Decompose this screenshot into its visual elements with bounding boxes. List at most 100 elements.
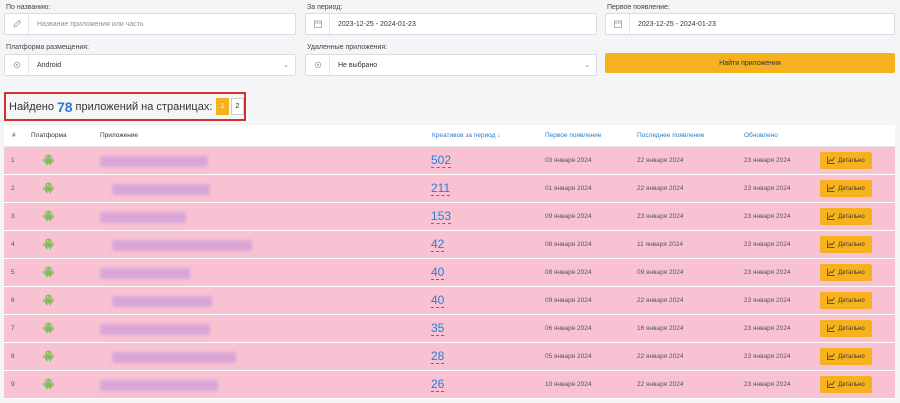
name-search-input[interactable]: Название приложения или часть (4, 13, 296, 35)
android-icon (43, 293, 54, 308)
row-index: 2 (11, 185, 15, 192)
creatives-count-link[interactable]: 28 (431, 349, 445, 364)
detail-button-label: Детально (838, 185, 865, 192)
first-seen-date-range[interactable]: 2023-12-25 - 2024-01-23 (605, 13, 895, 35)
updated-date: 23 января 2024 (744, 185, 791, 192)
detail-button[interactable]: Детально (820, 348, 872, 365)
col-updated[interactable]: Обновлено (744, 132, 778, 139)
chart-icon (827, 352, 836, 362)
app-name-blurred[interactable] (112, 296, 212, 307)
chart-icon (827, 184, 836, 194)
name-filter-label: По названию: (6, 4, 51, 11)
table-row: 3 153 09 января 2024 23 января 2024 23 январ… (4, 203, 895, 231)
col-first-seen[interactable]: Первое появление (545, 132, 602, 139)
updated-date: 23 января 2024 (744, 157, 791, 164)
row-index: 5 (11, 269, 15, 276)
row-index: 1 (11, 157, 15, 164)
chevron-down-icon: ⌄ (584, 62, 590, 69)
row-index: 9 (11, 381, 15, 388)
removed-apps-select[interactable]: Не выбрано ⌄ (305, 54, 597, 76)
detail-button-label: Детально (838, 241, 865, 248)
detail-button[interactable]: Детально (820, 292, 872, 309)
creatives-count-link[interactable]: 35 (431, 321, 445, 336)
detail-button[interactable]: Детально (820, 320, 872, 337)
removed-apps-value: Не выбрано (338, 61, 378, 69)
gear-icon (5, 55, 29, 75)
app-name-blurred[interactable] (100, 380, 218, 391)
detail-button-label: Детально (838, 325, 865, 332)
first-seen-date: 08 января 2024 (545, 269, 592, 276)
period-date-range[interactable]: 2023-12-25 - 2024-01-23 (305, 13, 597, 35)
col-platform: Платформа (31, 132, 67, 139)
first-seen-date: 08 января 2024 (545, 241, 592, 248)
creatives-count-link[interactable]: 40 (431, 265, 445, 280)
results-summary: Найдено 78 приложений на страницах: 1 2 (4, 92, 246, 121)
col-last-seen[interactable]: Последнее появление (637, 132, 704, 139)
first-seen-date: 09 января 2024 (545, 213, 592, 220)
chart-icon (827, 212, 836, 222)
calendar-icon (606, 14, 630, 34)
detail-button-label: Детально (838, 353, 865, 360)
results-count: 78 (56, 98, 73, 115)
platform-filter-label: Платформа размещения: (6, 44, 89, 51)
detail-button-label: Детально (838, 381, 865, 388)
first-seen-date: 05 января 2024 (545, 353, 592, 360)
chart-icon (827, 324, 836, 334)
first-seen-filter-label: Первое появление: (607, 4, 670, 11)
first-seen-date: 09 января 2024 (545, 297, 592, 304)
updated-date: 23 января 2024 (744, 297, 791, 304)
find-apps-button[interactable]: Найти приложения (605, 53, 895, 73)
app-name-blurred[interactable] (100, 324, 210, 335)
table-row: 5 40 08 января 2024 09 января 2024 23 января… (4, 259, 895, 287)
creatives-count-link[interactable]: 26 (431, 377, 445, 392)
android-icon (43, 181, 54, 196)
app-name-blurred[interactable] (112, 240, 252, 251)
creatives-count-link[interactable]: 40 (431, 293, 445, 308)
last-seen-date: 22 января 2024 (637, 185, 684, 192)
removed-filter-label: Удаленные приложения: (307, 44, 388, 51)
results-suffix: приложений на страницах: (75, 100, 213, 113)
creatives-count-link[interactable]: 153 (431, 209, 452, 224)
detail-button[interactable]: Детально (820, 180, 872, 197)
app-name-blurred[interactable] (112, 352, 236, 363)
platform-select[interactable]: Android ⌄ (4, 54, 296, 76)
table-row: 4 42 08 января 2024 11 января 2024 23 января… (4, 231, 895, 259)
col-app: Приложение (100, 132, 139, 139)
detail-button[interactable]: Детально (820, 264, 872, 281)
android-icon (43, 237, 54, 252)
last-seen-date: 09 января 2024 (637, 269, 684, 276)
chart-icon (827, 240, 836, 250)
col-creatives-sort[interactable]: Креативов за период ↓ (432, 132, 500, 139)
detail-button-label: Детально (838, 213, 865, 220)
detail-button-label: Детально (838, 297, 865, 304)
creatives-count-link[interactable]: 42 (431, 237, 445, 252)
android-icon (43, 153, 54, 168)
last-seen-date: 23 января 2024 (637, 213, 684, 220)
last-seen-date: 22 января 2024 (637, 157, 684, 164)
table-row: 7 35 06 января 2024 16 января 2024 23 января… (4, 315, 895, 343)
detail-button[interactable]: Детально (820, 208, 872, 225)
page-button-2[interactable]: 2 (230, 98, 244, 115)
detail-button[interactable]: Детально (820, 236, 872, 253)
app-name-blurred[interactable] (100, 212, 186, 223)
app-name-blurred[interactable] (100, 268, 190, 279)
creatives-count-link[interactable]: 502 (431, 153, 452, 168)
platform-select-value: Android (37, 61, 62, 69)
android-icon (43, 349, 54, 364)
app-name-blurred[interactable] (112, 184, 210, 195)
row-index: 3 (11, 213, 15, 220)
app-name-blurred[interactable] (100, 156, 208, 167)
creatives-count-link[interactable]: 211 (431, 181, 451, 196)
detail-button[interactable]: Детально (820, 152, 872, 169)
chart-icon (827, 156, 836, 166)
col-num: # (12, 132, 16, 139)
detail-button[interactable]: Детально (820, 376, 872, 393)
chart-icon (827, 380, 836, 390)
updated-date: 23 января 2024 (744, 241, 791, 248)
last-seen-date: 22 января 2024 (637, 297, 684, 304)
detail-button-label: Детально (838, 269, 865, 276)
page-button-1[interactable]: 1 (216, 98, 229, 115)
name-search-placeholder: Название приложения или часть (37, 20, 144, 28)
table-row: 1 502 03 января 2024 22 января 2024 23 январ… (4, 147, 895, 175)
first-seen-date: 06 января 2024 (545, 325, 592, 332)
